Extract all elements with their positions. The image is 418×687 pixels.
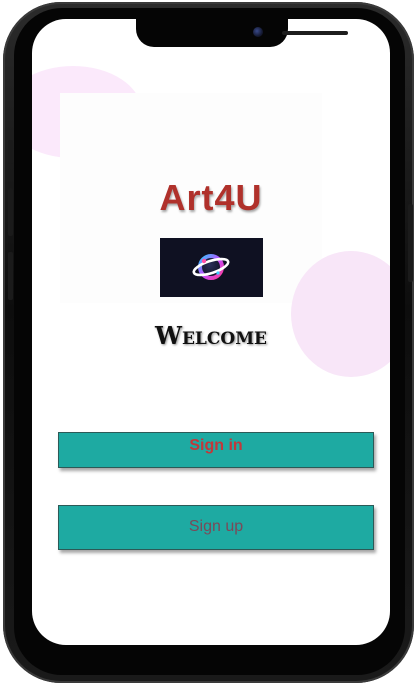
welcome-heading: Welcome bbox=[155, 321, 267, 350]
app-title: Art4U bbox=[159, 177, 263, 218]
power-button bbox=[408, 204, 413, 282]
sign-in-button[interactable]: Sign in bbox=[58, 432, 374, 468]
sign-up-button[interactable]: Sign up bbox=[58, 505, 374, 550]
volume-up-button bbox=[8, 188, 13, 236]
front-camera-icon bbox=[253, 27, 263, 37]
volume-down-button bbox=[8, 252, 13, 300]
app-screen: Art4U Welcome Sign in Sign up bbox=[32, 19, 390, 645]
phone-notch bbox=[136, 19, 348, 47]
earpiece-speaker bbox=[282, 31, 348, 35]
silent-switch bbox=[8, 140, 13, 164]
orbit-planet-icon bbox=[192, 254, 230, 280]
app-logo bbox=[160, 238, 263, 297]
